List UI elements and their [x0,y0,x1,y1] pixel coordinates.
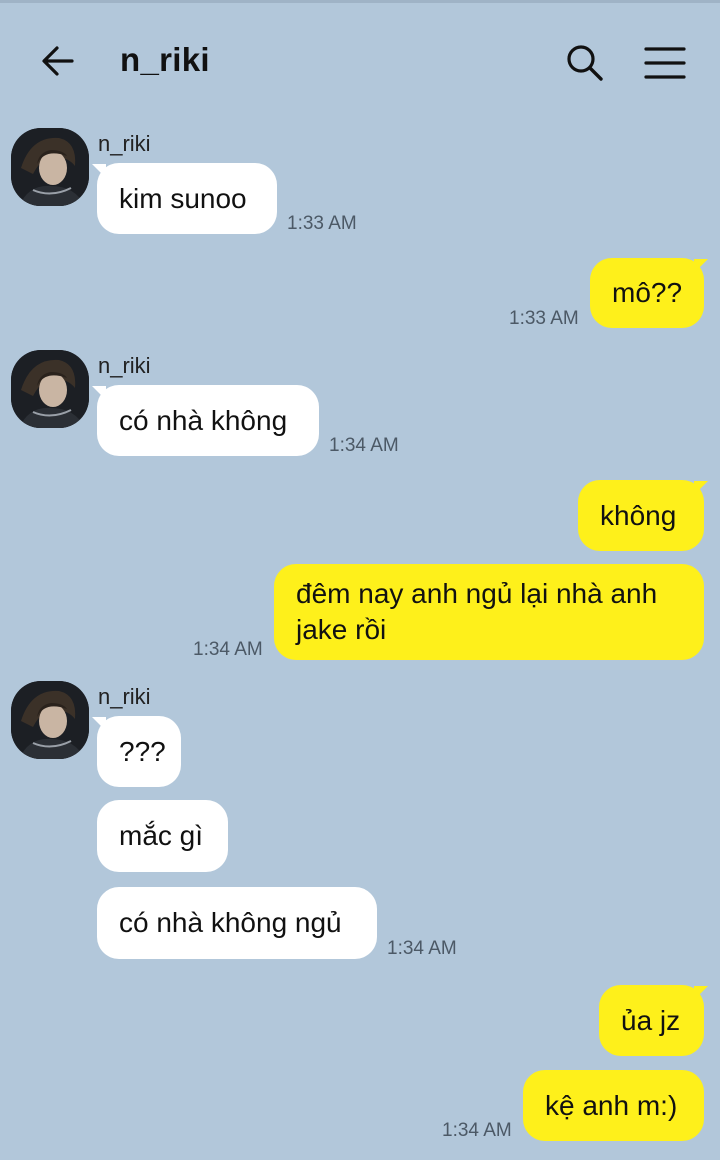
sender-name: n_riki [98,131,151,156]
menu-button[interactable] [638,41,692,85]
bubble-tail [694,986,708,1000]
sender-name: n_riki [98,684,151,709]
message-time: 1:34 AM [329,435,399,456]
search-button[interactable] [560,39,610,87]
message-bubble-incoming[interactable]: có nhà không [97,385,319,456]
avatar-photo [11,128,89,206]
avatar-photo [11,350,89,428]
back-arrow-icon [42,46,74,76]
chat-header: n_riki [0,3,720,113]
chat-title: n_riki [120,41,210,78]
message-bubble-outgoing[interactable]: không [578,480,704,551]
message-bubble-incoming[interactable]: mắc gì [97,800,228,872]
bubble-tail [694,259,708,273]
bubble-tail [694,481,708,495]
avatar[interactable] [11,681,89,759]
message-bubble-outgoing[interactable]: đêm nay anh ngủ lại nhà anh jake rồi [274,564,704,660]
search-icon [567,45,603,81]
message-time: 1:33 AM [509,308,579,329]
avatar[interactable] [11,350,89,428]
message-bubble-outgoing[interactable]: ủa jz [599,985,704,1056]
menu-icon [644,47,686,79]
message-bubble-incoming[interactable]: có nhà không ngủ [97,887,377,959]
message-time: 1:34 AM [387,938,457,959]
back-button[interactable] [34,39,82,83]
message-time: 1:34 AM [193,639,263,660]
message-bubble-incoming[interactable]: ??? [97,716,181,787]
message-time: 1:34 AM [442,1120,512,1141]
avatar[interactable] [11,128,89,206]
message-bubble-outgoing[interactable]: mô?? [590,258,704,328]
message-bubble-incoming[interactable]: kim sunoo [97,163,277,234]
message-time: 1:33 AM [287,213,357,234]
avatar-photo [11,681,89,759]
sender-name: n_riki [98,353,151,378]
message-bubble-outgoing[interactable]: kệ anh m:) [523,1070,704,1141]
